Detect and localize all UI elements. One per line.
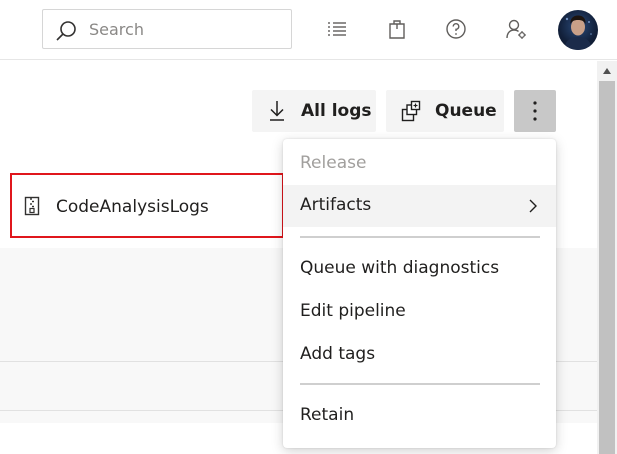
search-icon [56, 21, 76, 41]
vertical-scrollbar[interactable] [597, 61, 617, 454]
more-actions-menu: Release Artifacts Queue with diagnostics… [283, 139, 556, 448]
all-logs-label: All logs [301, 101, 372, 121]
avatar[interactable] [558, 10, 598, 50]
more-vertical-icon [533, 101, 537, 121]
search-box[interactable]: Search [42, 9, 292, 49]
queue-icon [401, 100, 421, 122]
help-icon[interactable] [445, 18, 467, 40]
download-icon [270, 101, 284, 121]
menu-item-label: Retain [300, 405, 355, 425]
more-actions-button[interactable] [514, 90, 556, 132]
menu-item-label: Queue with diagnostics [300, 258, 500, 278]
menu-item-release: Release [283, 143, 556, 185]
menu-separator [300, 383, 540, 385]
menu-item-queue-with-diagnostics[interactable]: Queue with diagnostics [283, 248, 556, 290]
menu-item-artifacts[interactable]: Artifacts [283, 185, 556, 227]
queue-label: Queue [435, 101, 497, 121]
artifact-item-codeanalysislogs[interactable]: CodeAnalysisLogs [10, 173, 284, 238]
artifact-name: CodeAnalysisLogs [56, 197, 209, 217]
menu-item-label: Artifacts [300, 195, 372, 215]
user-photo-icon [564, 15, 592, 50]
menu-item-label: Add tags [300, 344, 376, 364]
chevron-right-icon [529, 199, 537, 213]
menu-item-add-tags[interactable]: Add tags [283, 334, 556, 376]
menu-item-label: Release [300, 153, 367, 173]
menu-item-edit-pipeline[interactable]: Edit pipeline [283, 291, 556, 333]
menu-item-label: Edit pipeline [300, 301, 406, 321]
scroll-up-arrow-icon[interactable] [602, 67, 612, 75]
user-settings-icon[interactable] [505, 18, 527, 40]
queue-button[interactable]: Queue [386, 90, 504, 132]
shopping-bag-icon[interactable] [386, 18, 408, 40]
zip-file-icon [24, 196, 40, 216]
scrollbar-thumb[interactable] [599, 81, 615, 454]
list-icon[interactable] [326, 18, 348, 40]
all-logs-button[interactable]: All logs [252, 90, 376, 132]
top-bar: Search [0, 0, 617, 60]
menu-item-retain[interactable]: Retain [283, 395, 556, 437]
search-input[interactable]: Search [89, 20, 144, 39]
menu-separator [300, 236, 540, 238]
